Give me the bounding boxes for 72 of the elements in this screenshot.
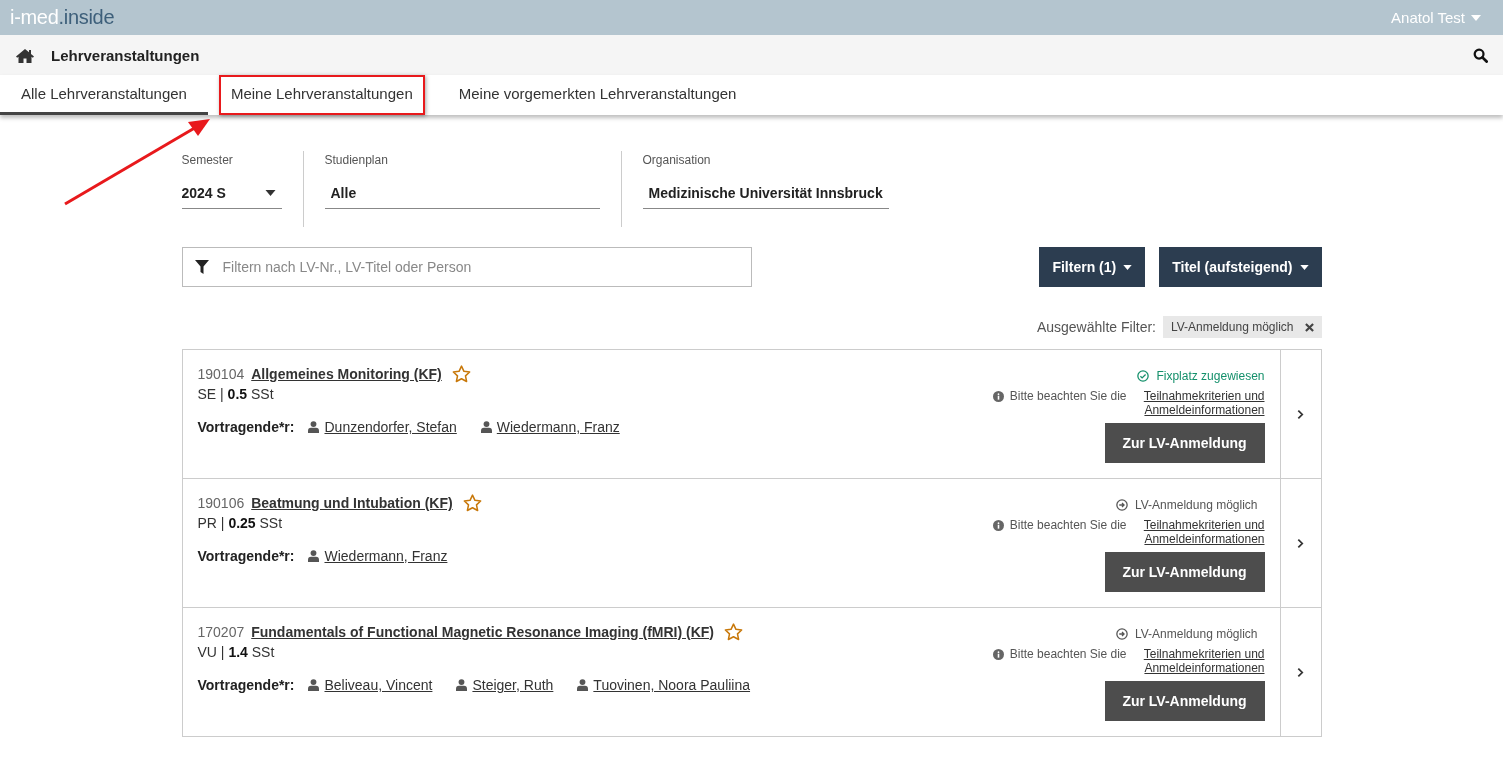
lecturer-label: Vortragende*r: bbox=[197, 677, 295, 693]
page-title: Lehrveranstaltungen bbox=[51, 46, 201, 64]
lecturer-link[interactable]: Dunzendorfer, Stefan bbox=[324, 419, 457, 435]
sort-button[interactable]: Titel (aufsteigend) bbox=[1159, 247, 1322, 287]
course-type-hours: SE | 0.5 SSt bbox=[197, 386, 275, 402]
tab[interactable]: Meine vorgemerkten Lehrveranstaltungen bbox=[437, 75, 758, 115]
filter-chip: LV-Anmeldung möglich bbox=[1163, 316, 1322, 338]
note-text: Bitte beachten Sie die bbox=[1009, 647, 1127, 661]
person-icon bbox=[308, 421, 320, 433]
person-icon bbox=[308, 550, 320, 562]
registration-button[interactable]: Zur LV-Anmeldung bbox=[1104, 423, 1265, 463]
lecturer-link[interactable]: Tuovinen, Noora Pauliina bbox=[593, 677, 751, 693]
tab[interactable]: Meine Lehrveranstaltungen bbox=[218, 75, 425, 115]
criteria-link[interactable]: Teilnahmekriterien und Anmeldeinformationen bbox=[1132, 389, 1265, 417]
person-icon bbox=[308, 679, 320, 691]
info-icon bbox=[992, 391, 1004, 402]
search-field[interactable]: Filtern nach LV-Nr., LV-Titel oder Person bbox=[181, 247, 752, 287]
course-number: 190106 bbox=[197, 495, 245, 511]
registration-status: LV-Anmeldung möglich bbox=[1135, 498, 1258, 512]
arrow-circle-icon bbox=[1116, 628, 1128, 640]
field-label: Organisation bbox=[642, 153, 712, 167]
person-icon bbox=[577, 679, 589, 691]
field-label: Studienplan bbox=[324, 153, 389, 167]
caret-icon bbox=[1123, 264, 1133, 270]
course-number: 190104 bbox=[197, 366, 245, 382]
check-circle-icon bbox=[1137, 370, 1150, 382]
course-title-link[interactable]: Fundamentals of Functional Magnetic Resonance Imaging (fMRI) (KF) bbox=[251, 624, 714, 640]
filter-icon bbox=[194, 260, 209, 274]
note-text: Bitte beachten Sie die bbox=[1009, 389, 1127, 403]
registration-status: Fixplatz zugewiesen bbox=[1156, 369, 1265, 383]
chevron-right-icon bbox=[1297, 666, 1304, 678]
course-title-link[interactable]: Allgemeines Monitoring (KF) bbox=[251, 366, 442, 382]
lecturer-label: Vortragende*r: bbox=[197, 419, 295, 435]
note-text: Bitte beachten Sie die bbox=[1009, 518, 1127, 532]
star-icon[interactable] bbox=[462, 494, 482, 512]
logo[interactable]: i-med.inside bbox=[10, 6, 115, 29]
registration-button[interactable]: Zur LV-Anmeldung bbox=[1104, 681, 1265, 721]
lecturer-link[interactable]: Wiedermann, Franz bbox=[324, 548, 448, 564]
info-icon bbox=[992, 520, 1004, 531]
course-number: 170207 bbox=[197, 624, 245, 640]
person-icon bbox=[480, 421, 492, 433]
star-icon[interactable] bbox=[724, 623, 743, 641]
select-field[interactable]: 2024 S bbox=[181, 181, 282, 209]
course-type-hours: PR | 0.25 SSt bbox=[197, 515, 284, 531]
criteria-link[interactable]: Teilnahmekriterien und Anmeldeinformationen bbox=[1132, 518, 1265, 546]
course-type-hours: VU | 1.4 SSt bbox=[197, 644, 276, 660]
arrow-circle-icon bbox=[1116, 499, 1128, 511]
home-icon[interactable] bbox=[16, 47, 34, 63]
star-icon[interactable] bbox=[451, 365, 471, 383]
lecturer-link[interactable]: Steiger, Ruth bbox=[472, 677, 554, 693]
filter-button[interactable]: Filtern (1) bbox=[1039, 247, 1146, 287]
chevron-right-icon bbox=[1297, 537, 1304, 549]
info-icon bbox=[992, 649, 1004, 660]
chevron-right-icon bbox=[1297, 408, 1304, 420]
tab[interactable]: Alle Lehrveranstaltungen bbox=[0, 75, 208, 115]
caret-icon bbox=[1299, 264, 1309, 270]
caret-icon bbox=[264, 190, 276, 196]
select-field[interactable]: Medizinische Universität Innsbruck bbox=[642, 181, 889, 209]
lecturer-link[interactable]: Beliveau, Vincent bbox=[324, 677, 433, 693]
search-icon[interactable] bbox=[1473, 47, 1488, 63]
select-field[interactable]: Alle bbox=[324, 181, 600, 209]
selected-filters-label: Ausgewählte Filter: bbox=[1036, 319, 1156, 335]
lecturer-link[interactable]: Wiedermann, Franz bbox=[496, 419, 620, 435]
course-title-link[interactable]: Beatmung und Intubation (KF) bbox=[251, 495, 453, 511]
registration-button[interactable]: Zur LV-Anmeldung bbox=[1104, 552, 1265, 592]
person-icon bbox=[456, 679, 468, 691]
lecturer-label: Vortragende*r: bbox=[197, 548, 295, 564]
field-label: Semester bbox=[181, 153, 234, 167]
registration-status: LV-Anmeldung möglich bbox=[1135, 627, 1258, 641]
criteria-link[interactable]: Teilnahmekriterien und Anmeldeinformationen bbox=[1132, 647, 1265, 675]
caret-icon bbox=[1471, 14, 1481, 21]
close-icon[interactable] bbox=[1304, 322, 1314, 332]
